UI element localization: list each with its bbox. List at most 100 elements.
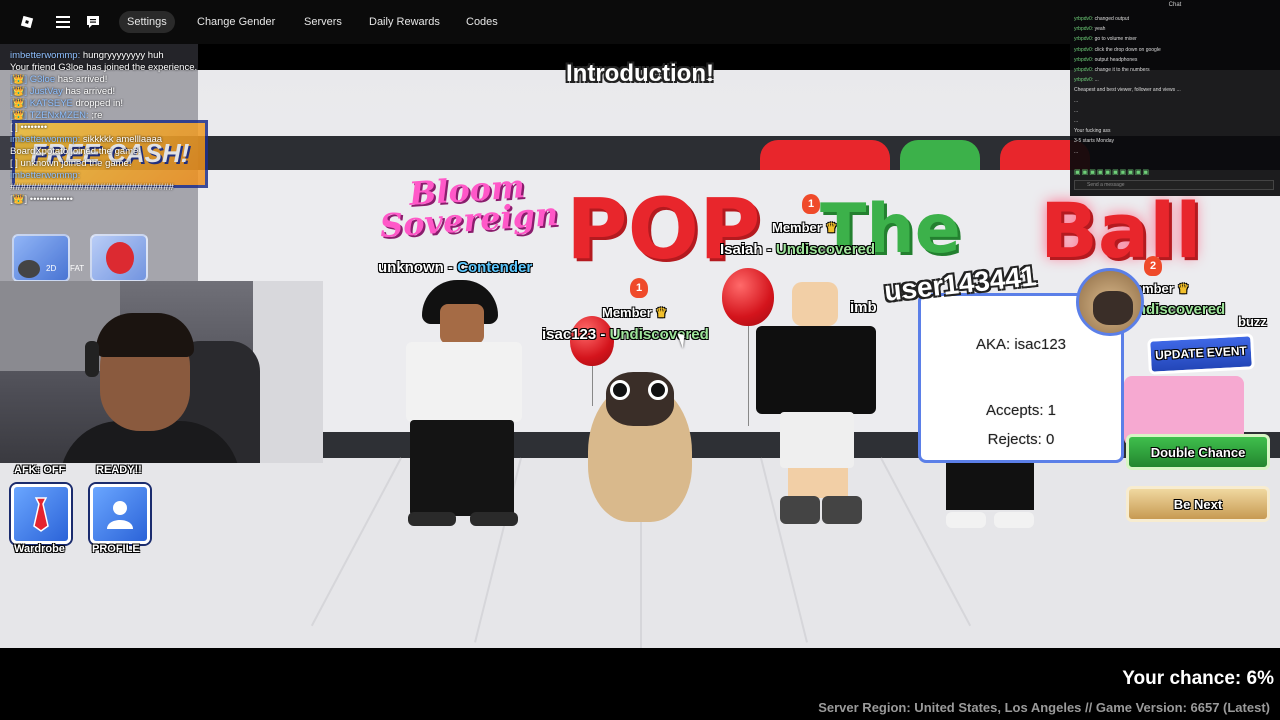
chat-log-text: sikkkkk amelllaaaa bbox=[80, 134, 163, 145]
avatar-pug[interactable] bbox=[580, 362, 700, 527]
wardrobe-button[interactable] bbox=[11, 484, 71, 544]
nametag-title: Contender bbox=[457, 259, 533, 276]
card-rejects: Rejects: 0 bbox=[987, 431, 1055, 448]
avatar-shoe bbox=[408, 512, 456, 526]
stream-chat-panel: Chat yrbpdv0: changed output yrbpdv0: yea… bbox=[1070, 0, 1280, 196]
balloon bbox=[722, 268, 774, 326]
stream-chat-line: yrbpdv0: click the drop down on google bbox=[1074, 47, 1161, 53]
nametag-rank-isaiah: Member ♛ bbox=[772, 220, 837, 236]
menu-icon[interactable] bbox=[50, 10, 76, 34]
pug-eye bbox=[648, 380, 668, 400]
chat-log-line: [👑] TZENxMZEN: ;re bbox=[10, 110, 270, 122]
chat-log-username: imbetterwommp: bbox=[10, 134, 81, 145]
update-event-button[interactable]: UPDATE EVENT bbox=[1147, 333, 1255, 375]
badge-2d: 2D bbox=[46, 264, 57, 273]
afk-status[interactable]: AFK: OFF bbox=[14, 464, 65, 476]
server-info: Server Region: United States, Los Angele… bbox=[818, 700, 1270, 715]
be-next-button[interactable]: Be Next bbox=[1126, 486, 1270, 522]
avatar-shoe bbox=[822, 496, 862, 524]
balloon-string bbox=[748, 326, 749, 426]
stream-chat-text: output headphones bbox=[1093, 56, 1138, 63]
stream-chat-line: 3-5 starts Monday bbox=[1074, 138, 1114, 144]
stream-chat-line: Cheapest and best viewer, follower and v… bbox=[1074, 87, 1181, 93]
stream-chat-username: yrbpdv0: bbox=[1074, 67, 1094, 73]
avatar-hidden[interactable] bbox=[940, 460, 1040, 532]
sign-top-red bbox=[760, 140, 890, 170]
stream-chat-username: yrbpdv0: bbox=[1074, 77, 1094, 84]
daily-rewards-button[interactable]: Daily Rewards bbox=[361, 11, 448, 33]
nametag-name: unknown - bbox=[378, 259, 458, 276]
chat-log-text: hungryyyyyyyy huh bbox=[80, 50, 164, 61]
sign-pop: POP bbox=[566, 180, 761, 278]
chat-log-username: [👑] KATSEYE bbox=[10, 98, 73, 109]
avatar-unknown[interactable] bbox=[400, 280, 530, 530]
chat-log-text: Your friend G3loe has joined the experie… bbox=[10, 62, 198, 73]
crown-icon: ♛ bbox=[825, 220, 838, 235]
avatar-legs bbox=[946, 460, 1034, 510]
nametag-name: Isaiah - bbox=[720, 241, 776, 258]
rank-badge: 1 bbox=[630, 278, 648, 298]
stream-chat-line: Your fucking ass bbox=[1074, 128, 1111, 134]
card-aka: AKA: isac123 bbox=[975, 336, 1067, 353]
stream-chat-line: yrbpdv0: change it to the numbers bbox=[1074, 67, 1150, 73]
avatar-head bbox=[792, 282, 838, 326]
avatar-shoe bbox=[780, 496, 820, 524]
rank-label: Member bbox=[772, 220, 822, 235]
stream-chat-text: click the drop down on google bbox=[1093, 46, 1161, 53]
servers-button[interactable]: Servers bbox=[296, 11, 350, 33]
roblox-logo-shape bbox=[20, 15, 34, 29]
chat-log-line: imbetterwommp: hungryyyyyyyy huh bbox=[10, 50, 270, 62]
stream-chat-text: ... bbox=[1074, 107, 1079, 114]
nametag-partial-right: buzz bbox=[1238, 314, 1267, 329]
stream-chat-input[interactable]: Send a message bbox=[1074, 180, 1274, 190]
balloon-tile[interactable] bbox=[90, 234, 148, 282]
profile-label: PROFILE bbox=[92, 543, 140, 555]
ready-status[interactable]: READY!! bbox=[96, 464, 142, 476]
profile-button[interactable] bbox=[90, 484, 150, 544]
chat-bubble-shape bbox=[87, 16, 99, 28]
chat-log-text: has arrived! bbox=[55, 74, 108, 85]
codes-button[interactable]: Codes bbox=[458, 11, 506, 33]
avatar-shoe bbox=[470, 512, 518, 526]
crown-icon: ♛ bbox=[655, 305, 668, 320]
stream-chat-line: ... bbox=[1074, 98, 1078, 104]
profile-icon bbox=[107, 501, 133, 529]
change-gender-button[interactable]: Change Gender bbox=[189, 11, 283, 33]
avatar-head bbox=[440, 304, 484, 344]
chat-icon[interactable] bbox=[80, 10, 106, 34]
chat-log-line: ############################### bbox=[10, 182, 270, 194]
stream-chat-text: change it to the numbers bbox=[1093, 67, 1150, 73]
stream-chat-line: ... bbox=[1074, 118, 1078, 124]
chat-log-text: BoardXpotato joined the game! bbox=[10, 146, 141, 157]
stream-chat-title: Chat bbox=[1168, 2, 1182, 8]
pug-face bbox=[1093, 291, 1133, 325]
tie-icon bbox=[33, 497, 49, 532]
settings-button[interactable]: Settings bbox=[119, 11, 175, 33]
chat-log-line: [👑] G3loe has arrived! bbox=[10, 74, 270, 86]
roblox-logo-icon[interactable] bbox=[14, 10, 40, 34]
chat-log-line: [ ] unknown joined the game! bbox=[10, 158, 270, 170]
headset-icon bbox=[85, 341, 99, 377]
avatar-thumb bbox=[18, 260, 40, 278]
avatar-torso bbox=[756, 326, 876, 414]
stream-chat-line: yrbpdv0: go to volume mixer bbox=[1074, 36, 1137, 42]
chance-readout: Your chance: 6% bbox=[1122, 668, 1274, 689]
crown-icon: ♛ bbox=[1177, 281, 1190, 296]
avatar-shoe bbox=[994, 512, 1034, 528]
chat-log-text: ############################### bbox=[10, 182, 174, 193]
avatar-isaiah[interactable] bbox=[750, 282, 882, 532]
stream-chat-text: 3-5 starts Monday bbox=[1074, 138, 1115, 145]
chat-log-line: Your friend G3loe has joined the experie… bbox=[10, 62, 270, 74]
stream-chat-username: yrbpdv0: bbox=[1074, 26, 1094, 33]
nametag-title: Undiscovered bbox=[609, 326, 709, 343]
nametag-name: isac123 - bbox=[542, 326, 610, 343]
stream-chat-username: yrbpdv0: bbox=[1074, 16, 1094, 22]
avatar-legs bbox=[788, 468, 848, 498]
chat-log-line: [👑] ••••••••••••• bbox=[10, 194, 270, 206]
stream-chat-username: yrbpdv0: bbox=[1074, 36, 1094, 43]
hamburger-shape bbox=[56, 16, 70, 28]
chat-log-line: [ ] •••••••• bbox=[10, 122, 270, 134]
chat-log-text: [👑] ••••••••••••• bbox=[10, 194, 73, 205]
card-accepts: Accepts: 1 bbox=[985, 402, 1057, 419]
double-chance-button[interactable]: Double Chance bbox=[1126, 434, 1270, 470]
